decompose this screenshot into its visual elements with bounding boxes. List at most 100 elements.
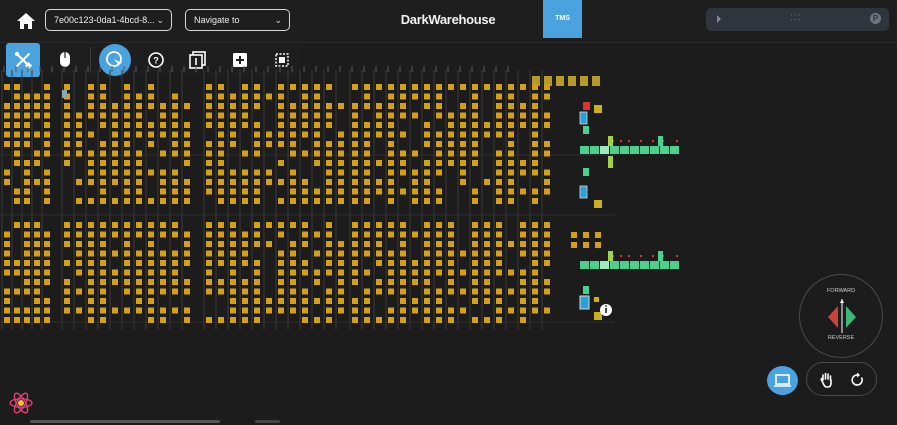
rack-slot[interactable] — [472, 269, 478, 276]
rack-slot[interactable] — [172, 93, 178, 100]
rack-slot[interactable] — [364, 288, 370, 295]
rack-slot[interactable] — [206, 84, 212, 90]
rack-slot[interactable] — [472, 160, 478, 166]
rack-slot[interactable] — [484, 298, 490, 304]
rack-slot[interactable] — [184, 103, 190, 109]
rack-slot[interactable] — [24, 122, 30, 128]
rack-slot[interactable] — [218, 122, 224, 128]
rack-slot[interactable] — [290, 103, 296, 109]
rack-slot[interactable] — [184, 231, 190, 238]
rack-slot[interactable] — [172, 179, 178, 185]
rack-slot[interactable] — [448, 307, 454, 314]
rack-slot[interactable] — [14, 122, 20, 128]
rack-slot[interactable] — [172, 103, 178, 109]
rack-slot[interactable] — [136, 198, 142, 204]
rack-slot[interactable] — [400, 241, 406, 247]
rack-slot[interactable] — [148, 260, 154, 266]
rack-slot[interactable] — [544, 260, 550, 266]
rack-slot[interactable] — [352, 231, 358, 238]
rack-slot[interactable] — [230, 279, 236, 285]
rack-slot[interactable] — [388, 198, 394, 204]
rack-slot[interactable] — [148, 317, 154, 323]
rack-slot[interactable] — [448, 112, 454, 119]
rack-slot[interactable] — [266, 141, 272, 147]
rack-slot[interactable] — [76, 260, 82, 266]
rack-slot[interactable] — [436, 93, 442, 100]
rack-slot[interactable] — [424, 307, 430, 314]
rack-slot[interactable] — [242, 317, 248, 323]
rack-slot[interactable] — [314, 112, 320, 119]
rack-slot[interactable] — [34, 131, 40, 138]
rack-slot[interactable] — [448, 150, 454, 157]
rack-slot[interactable] — [326, 160, 332, 166]
rack-slot[interactable] — [460, 269, 466, 276]
rack-slot[interactable] — [14, 112, 20, 119]
rack-slot[interactable] — [88, 93, 94, 100]
rack-slot[interactable] — [472, 84, 478, 90]
rack-slot[interactable] — [44, 112, 50, 119]
rack-slot[interactable] — [400, 317, 406, 323]
rack-slot[interactable] — [338, 141, 344, 147]
rack-slot[interactable] — [388, 179, 394, 185]
rack-slot[interactable] — [436, 198, 442, 204]
rack-slot[interactable] — [290, 307, 296, 314]
rack-slot[interactable] — [76, 288, 82, 295]
rack-slot[interactable] — [266, 222, 272, 228]
rack-slot[interactable] — [64, 150, 70, 157]
rack-slot[interactable] — [412, 198, 418, 204]
rack-slot[interactable] — [254, 288, 260, 295]
rack-slot[interactable] — [326, 317, 332, 323]
rack-slot[interactable] — [266, 307, 272, 314]
conveyor-segment[interactable] — [583, 168, 589, 176]
rack-slot[interactable] — [508, 93, 514, 100]
rack-slot[interactable] — [124, 222, 130, 228]
rack-slot[interactable] — [148, 222, 154, 228]
rack-slot[interactable] — [14, 131, 20, 138]
rack-slot[interactable] — [352, 269, 358, 276]
rack-slot[interactable] — [100, 103, 106, 109]
rack-slot[interactable] — [544, 222, 550, 228]
rack-slot[interactable] — [496, 84, 502, 90]
rack-slot[interactable] — [520, 84, 526, 90]
rack-slot[interactable] — [302, 198, 308, 204]
rack-slot[interactable] — [412, 260, 418, 266]
rack-slot[interactable] — [338, 250, 344, 257]
rack-slot[interactable] — [484, 122, 490, 128]
rack-slot[interactable] — [136, 169, 142, 176]
steering-control[interactable]: FORWARD REVERSE — [799, 274, 883, 358]
rack-slot[interactable] — [352, 150, 358, 157]
rack-slot[interactable] — [254, 93, 260, 100]
rack-slot[interactable] — [88, 317, 94, 323]
rack-slot[interactable] — [532, 150, 538, 157]
rack-slot[interactable] — [326, 122, 332, 128]
rack-slot[interactable] — [376, 241, 382, 247]
rack-slot[interactable] — [278, 269, 284, 276]
rack-slot[interactable] — [100, 150, 106, 157]
rack-slot[interactable] — [496, 112, 502, 119]
rack-slot[interactable] — [496, 169, 502, 176]
rack-slot[interactable] — [376, 250, 382, 257]
rack-slot[interactable] — [508, 131, 514, 138]
rack-slot[interactable] — [302, 131, 308, 138]
rack-slot[interactable] — [556, 76, 564, 86]
rack-slot[interactable] — [14, 103, 20, 109]
rack-slot[interactable] — [364, 269, 370, 276]
rack-slot[interactable] — [400, 131, 406, 138]
rack-slot[interactable] — [206, 250, 212, 257]
rack-slot[interactable] — [448, 269, 454, 276]
rack-slot[interactable] — [338, 179, 344, 185]
rack-slot[interactable] — [520, 169, 526, 176]
rack-slot[interactable] — [364, 93, 370, 100]
rack-slot[interactable] — [124, 307, 130, 314]
rack-slot[interactable] — [448, 288, 454, 295]
conveyor-segment[interactable] — [580, 261, 589, 269]
rack-slot[interactable] — [302, 222, 308, 228]
rack-slot[interactable] — [532, 93, 538, 100]
rack-slot[interactable] — [24, 141, 30, 147]
rack-slot[interactable] — [388, 112, 394, 119]
rack-slot[interactable] — [544, 231, 550, 238]
rack-slot[interactable] — [338, 188, 344, 195]
rack-slot[interactable] — [484, 250, 490, 257]
rack-slot[interactable] — [544, 93, 550, 100]
rack-slot[interactable] — [76, 141, 82, 147]
